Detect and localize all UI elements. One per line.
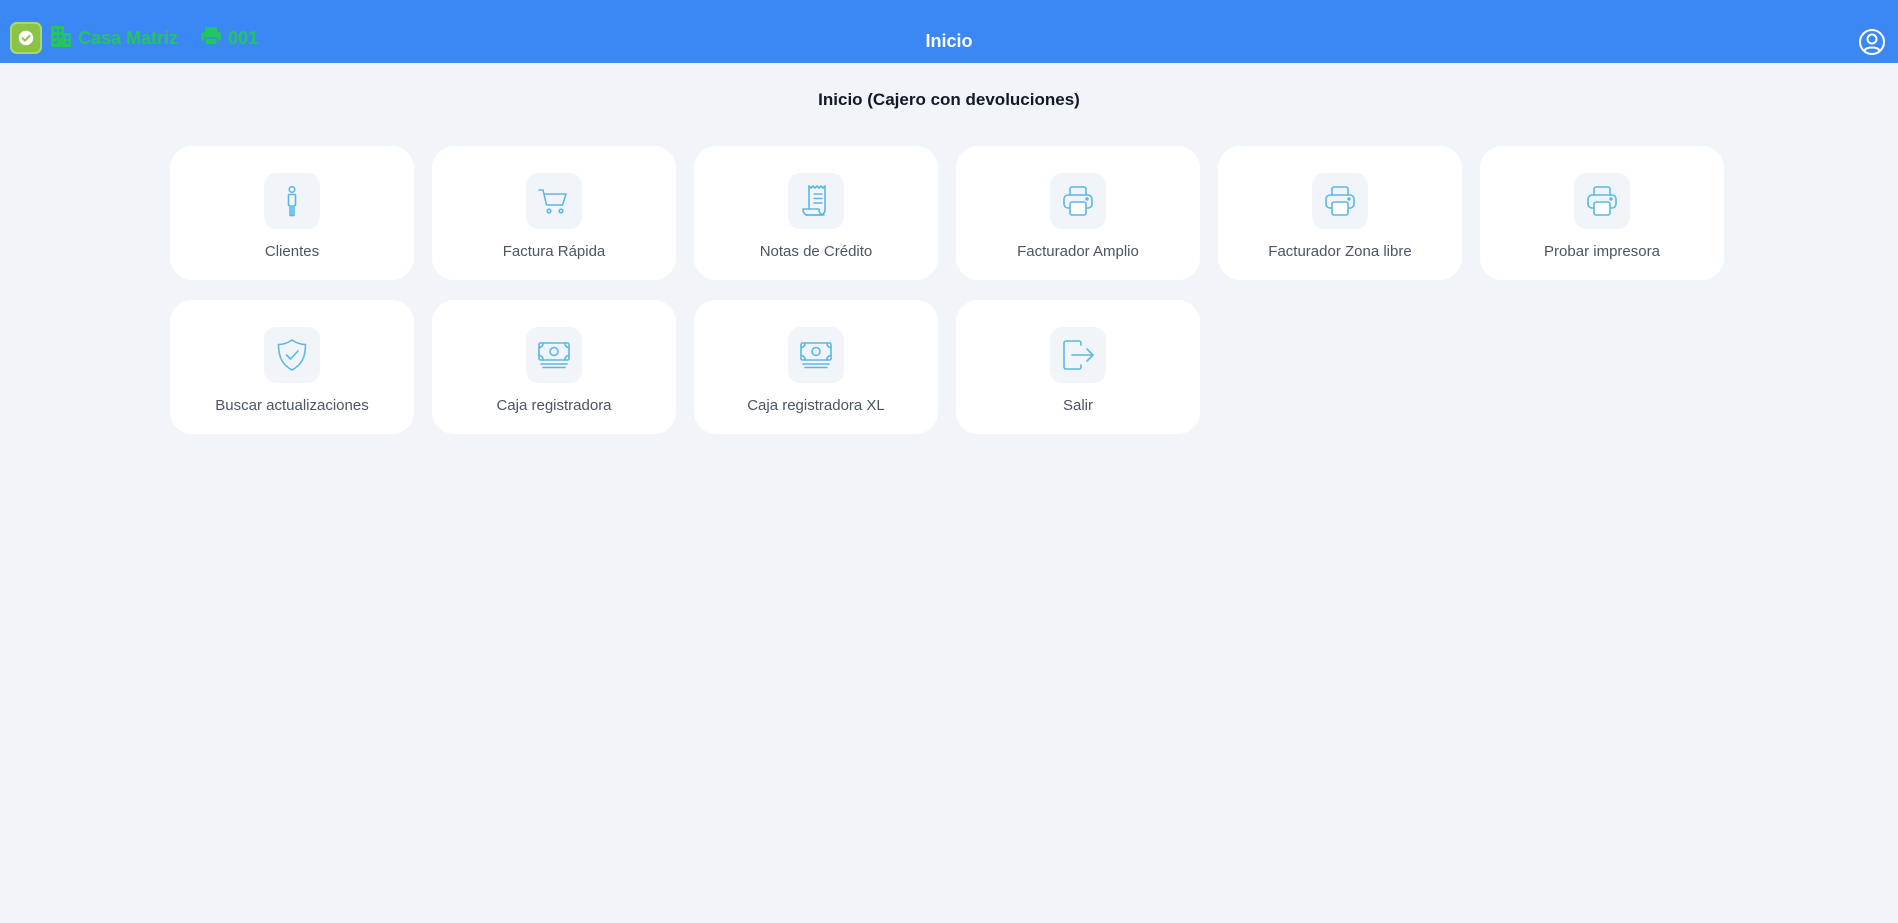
tile-label: Probar impresora — [1544, 243, 1660, 260]
tile-label: Caja registradora — [496, 397, 612, 414]
tile-probar-impresora[interactable]: Probar impresora — [1480, 146, 1724, 280]
logout-icon — [1050, 327, 1106, 383]
cart-icon — [526, 173, 582, 229]
printer-icon — [1312, 173, 1368, 229]
tile-label: Notas de Crédito — [759, 243, 873, 260]
top-bar: Casa Matriz 001 Inicio — [0, 0, 1898, 63]
tile-facturador-amplio[interactable]: Facturador Amplio — [956, 146, 1200, 280]
printer-icon — [1574, 173, 1630, 229]
tile-label: Buscar actualizaciones — [215, 397, 369, 414]
tile-label: Caja registradora XL — [747, 397, 885, 414]
tile-salir[interactable]: Salir — [956, 300, 1200, 434]
tile-notas-de-credito[interactable]: Notas de Crédito — [694, 146, 938, 280]
cash-icon — [526, 327, 582, 383]
cash-icon — [788, 327, 844, 383]
tile-label: Facturador Zona libre — [1268, 243, 1412, 260]
shield-check-icon — [264, 327, 320, 383]
menu-grid: Clientes Factura Rápida Notas de Crédito — [170, 146, 1726, 434]
section-heading: Inicio (Cajero con devoluciones) — [818, 90, 1080, 109]
tile-label: Facturador Amplio — [1017, 243, 1139, 260]
tile-facturador-zona-libre[interactable]: Facturador Zona libre — [1218, 146, 1462, 280]
tile-caja-registradora-xl[interactable]: Caja registradora XL — [694, 300, 938, 434]
page-title: Inicio — [925, 31, 973, 51]
tile-factura-rapida[interactable]: Factura Rápida — [432, 146, 676, 280]
tile-label: Salir — [1062, 397, 1093, 414]
person-icon — [264, 173, 320, 229]
tile-buscar-actualizaciones[interactable]: Buscar actualizaciones — [170, 300, 414, 434]
tile-clientes[interactable]: Clientes — [170, 146, 414, 280]
tile-label: Factura Rápida — [502, 243, 606, 260]
receipt-icon — [788, 173, 844, 229]
printer-icon — [1050, 173, 1106, 229]
tile-caja-registradora[interactable]: Caja registradora — [432, 300, 676, 434]
user-menu-button[interactable] — [1858, 28, 1886, 56]
tile-label: Clientes — [264, 243, 320, 260]
user-circle-icon — [1859, 29, 1885, 55]
